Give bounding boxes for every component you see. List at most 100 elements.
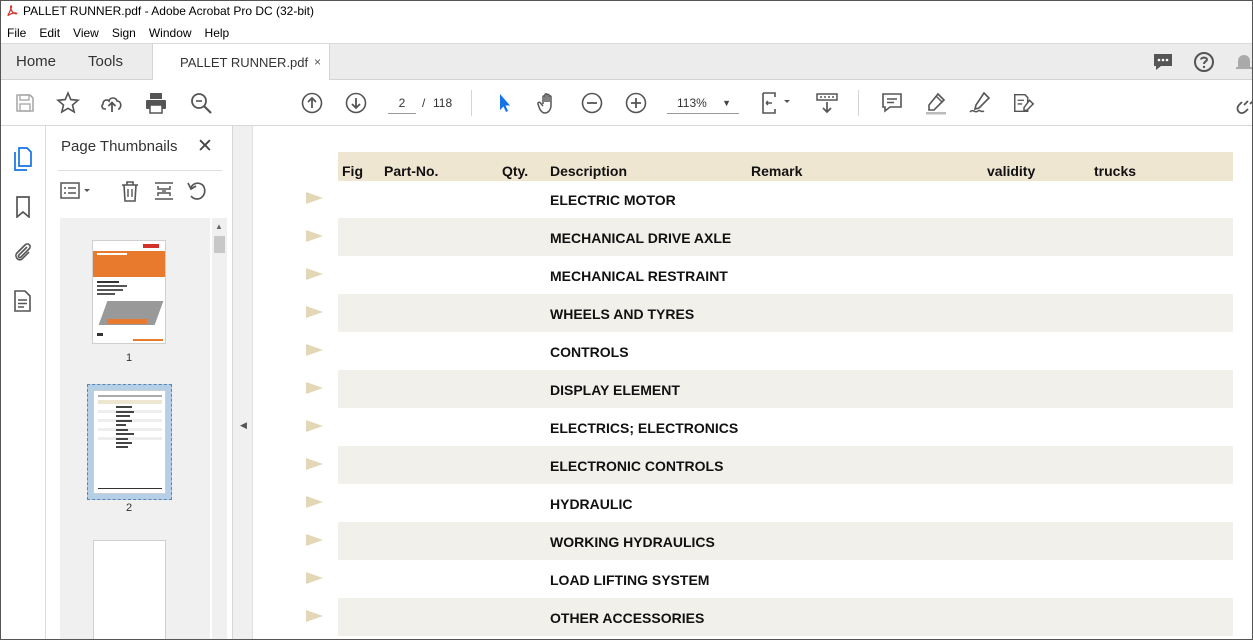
row-marker-icon: [306, 382, 323, 394]
tab-home[interactable]: Home: [16, 53, 56, 70]
thumbnail-list: 1 2: [60, 218, 210, 640]
page-fit-icon[interactable]: [758, 91, 794, 115]
row-description[interactable]: ELECTRICS; ELECTRONICS: [550, 420, 738, 436]
panel-toolbar: [58, 170, 222, 210]
page-up-icon[interactable]: [300, 91, 324, 115]
table-row[interactable]: WHEELS AND TYRES: [306, 294, 1233, 332]
table-row[interactable]: WORKING HYDRAULICS: [306, 522, 1233, 560]
row-marker-icon: [306, 192, 323, 204]
bookmark-icon[interactable]: [11, 195, 35, 219]
star-icon[interactable]: [56, 91, 80, 115]
thumbnail-label-2: 2: [125, 502, 133, 514]
link-icon[interactable]: [1234, 91, 1253, 115]
row-marker-icon: [306, 230, 323, 242]
tab-close-icon[interactable]: ×: [314, 55, 321, 69]
window-title: PALLET RUNNER.pdf - Adobe Acrobat Pro DC…: [23, 4, 315, 18]
row-description[interactable]: CONTROLS: [550, 344, 629, 360]
column-trucks: trucks: [1094, 163, 1137, 179]
comment-icon[interactable]: [880, 91, 904, 115]
page-thumbnails-icon[interactable]: [11, 147, 35, 171]
column-qty: Qty.: [502, 163, 529, 179]
scroll-mode-icon[interactable]: [814, 91, 840, 115]
extract-pages-icon[interactable]: [153, 180, 175, 202]
page-down-icon[interactable]: [344, 91, 368, 115]
thumbnail-label-1: 1: [125, 352, 133, 364]
thumbnail-page-2[interactable]: [93, 390, 166, 494]
table-row[interactable]: MECHANICAL RESTRAINT: [306, 256, 1233, 294]
zoom-search-icon[interactable]: [189, 91, 213, 115]
table-row[interactable]: HYDRAULIC: [306, 484, 1233, 522]
thumbnail-page-1[interactable]: [92, 240, 166, 344]
zoom-out-icon[interactable]: [580, 91, 604, 115]
row-description[interactable]: WORKING HYDRAULICS: [550, 534, 715, 550]
document-view: Fig Part-No. Qty. Description Remark val…: [253, 126, 1253, 640]
print-icon[interactable]: [144, 91, 168, 115]
row-marker-icon: [306, 306, 323, 318]
panel-close-icon[interactable]: ✕: [197, 135, 213, 158]
toolbar-divider: [471, 90, 472, 116]
row-description[interactable]: MECHANICAL RESTRAINT: [550, 268, 728, 284]
tab-bar: Home Tools PALLET RUNNER.pdf ×: [0, 43, 1253, 81]
page-separator: /: [422, 96, 426, 110]
row-description[interactable]: ELECTRONIC CONTROLS: [550, 458, 723, 474]
scroll-up-arrow-icon[interactable]: ▲: [215, 222, 223, 231]
help-icon[interactable]: [1193, 51, 1215, 73]
messages-icon[interactable]: [1152, 51, 1174, 73]
row-description[interactable]: HYDRAULIC: [550, 496, 632, 512]
trash-icon[interactable]: [120, 180, 140, 202]
scrollbar-thumb[interactable]: [214, 236, 225, 253]
select-cursor-icon[interactable]: [492, 91, 516, 115]
thumbnail-page-3[interactable]: [93, 540, 166, 640]
row-description[interactable]: DISPLAY ELEMENT: [550, 382, 680, 398]
notifications-bell-icon[interactable]: [1233, 51, 1253, 73]
thumbnail-options-icon[interactable]: [60, 181, 94, 201]
tab-document[interactable]: PALLET RUNNER.pdf ×: [152, 44, 330, 81]
menu-window[interactable]: Window: [142, 26, 198, 40]
row-marker-icon: [306, 344, 323, 356]
sign-icon[interactable]: [968, 91, 992, 115]
main-toolbar: 2 / 118 113% ▼: [0, 80, 1253, 126]
upload-icon[interactable]: [100, 91, 124, 115]
table-row[interactable]: OTHER ACCESSORIES: [306, 598, 1233, 636]
panel-title: Page Thumbnails: [61, 138, 178, 155]
rotate-icon[interactable]: [186, 180, 208, 202]
row-marker-icon: [306, 572, 323, 584]
menu-help[interactable]: Help: [198, 26, 236, 40]
table-row[interactable]: MECHANICAL DRIVE AXLE: [306, 218, 1233, 256]
title-bar: PALLET RUNNER.pdf - Adobe Acrobat Pro DC…: [0, 0, 1253, 22]
table-row[interactable]: ELECTRICS; ELECTRONICS: [306, 408, 1233, 446]
table-row[interactable]: CONTROLS: [306, 332, 1233, 370]
attachment-icon[interactable]: [11, 241, 35, 265]
table-row[interactable]: ELECTRONIC CONTROLS: [306, 446, 1233, 484]
highlight-icon[interactable]: [924, 91, 948, 115]
panel-collapse-handle[interactable]: ◀: [233, 126, 253, 640]
row-description[interactable]: WHEELS AND TYRES: [550, 306, 694, 322]
zoom-in-icon[interactable]: [624, 91, 648, 115]
row-description[interactable]: ELECTRIC MOTOR: [550, 192, 676, 208]
column-remark: Remark: [751, 163, 803, 179]
thumbnail-scrollbar[interactable]: ▲: [212, 218, 227, 640]
zoom-level-value: 113%: [677, 96, 707, 110]
menu-sign[interactable]: Sign: [105, 26, 142, 40]
thumbnails-panel: Page Thumbnails ✕ 1 2 ▲: [46, 126, 233, 640]
menu-view[interactable]: View: [66, 26, 105, 40]
save-icon[interactable]: [13, 91, 37, 115]
tab-tools[interactable]: Tools: [88, 53, 123, 70]
menu-file[interactable]: File: [0, 26, 32, 40]
zoom-level-select[interactable]: 113% ▼: [667, 92, 739, 114]
page-total: 118: [433, 96, 453, 110]
hand-icon[interactable]: [536, 91, 560, 115]
row-description[interactable]: OTHER ACCESSORIES: [550, 610, 704, 626]
menu-edit[interactable]: Edit: [32, 26, 66, 40]
page-number-input[interactable]: 2: [388, 92, 416, 114]
acrobat-logo-icon: [5, 4, 18, 18]
table-row[interactable]: DISPLAY ELEMENT: [306, 370, 1233, 408]
collapse-arrow-icon[interactable]: ◀: [240, 420, 247, 431]
table-row[interactable]: LOAD LIFTING SYSTEM: [306, 560, 1233, 598]
row-description[interactable]: MECHANICAL DRIVE AXLE: [550, 230, 731, 246]
chevron-down-icon: ▼: [722, 98, 731, 108]
document-properties-icon[interactable]: [11, 289, 35, 313]
row-description[interactable]: LOAD LIFTING SYSTEM: [550, 572, 709, 588]
fill-sign-icon[interactable]: [1012, 91, 1036, 115]
table-row[interactable]: ELECTRIC MOTOR: [306, 180, 1233, 218]
